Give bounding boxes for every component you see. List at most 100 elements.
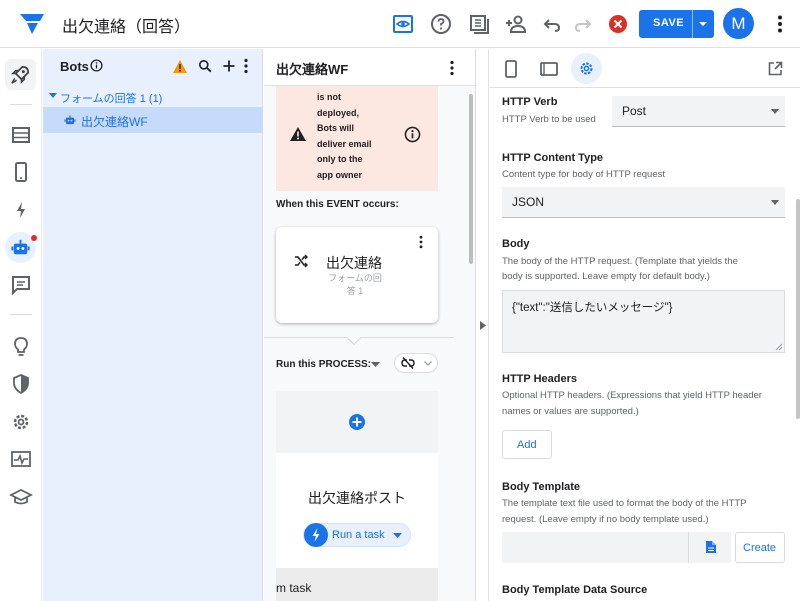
run-task-label: Run a task bbox=[332, 529, 385, 541]
warning-line: deliver email bbox=[317, 138, 372, 149]
deploy-warning-text: is not deployed, Bots will deliver email… bbox=[317, 90, 397, 183]
run-task-button[interactable]: Run a task bbox=[303, 523, 411, 547]
http-verb-label: HTTP Verb bbox=[502, 96, 558, 108]
event-name: 出欠連絡 bbox=[326, 255, 382, 271]
bot-icon bbox=[9, 236, 32, 259]
process-label: Run this PROCESS: bbox=[276, 359, 372, 370]
content-type-value: JSON bbox=[512, 195, 545, 209]
security-shield-icon[interactable] bbox=[9, 372, 33, 396]
process-dropdown-caret-icon[interactable] bbox=[371, 362, 380, 368]
warning-line: only to the bbox=[317, 154, 363, 164]
nav-launch[interactable] bbox=[5, 59, 36, 90]
chevron-down-icon bbox=[771, 200, 779, 205]
editor-toggle-icon[interactable] bbox=[467, 12, 491, 36]
bots-panel: Bots フォームの回答 1 (1) 出欠連絡WF bbox=[43, 49, 263, 601]
monitor-pulse-icon[interactable] bbox=[9, 447, 33, 471]
top-bar: 出欠連絡（回答） SAVE M bbox=[0, 0, 800, 48]
content-type-select[interactable]: JSON bbox=[502, 187, 785, 218]
nav-divider bbox=[10, 314, 32, 315]
actions-bolt-icon[interactable] bbox=[9, 198, 33, 222]
left-nav bbox=[0, 49, 42, 601]
error-status-icon[interactable] bbox=[606, 12, 630, 36]
body-template-field[interactable] bbox=[502, 532, 688, 563]
more-vert-icon[interactable] bbox=[242, 58, 250, 74]
headers-desc-line: names or values are supported.) bbox=[502, 406, 639, 417]
template-file-button[interactable] bbox=[688, 532, 731, 563]
more-vert-icon[interactable] bbox=[448, 60, 456, 76]
add-header-button[interactable]: Add bbox=[502, 430, 552, 459]
undo-icon[interactable] bbox=[540, 12, 564, 36]
body-template-desc-line: The template text file used to format th… bbox=[502, 498, 747, 509]
resize-handle-icon[interactable] bbox=[775, 343, 783, 351]
body-template-label: Body Template bbox=[502, 481, 581, 493]
http-verb-select[interactable]: Post bbox=[612, 96, 785, 127]
collapse-arrow-icon[interactable] bbox=[480, 321, 486, 330]
more-vert-icon[interactable] bbox=[417, 235, 425, 249]
expand-caret-icon[interactable] bbox=[49, 93, 57, 99]
body-value: {"text":"送信したいメッセージ"} bbox=[512, 302, 673, 314]
search-icon[interactable] bbox=[198, 59, 212, 73]
lightbulb-icon[interactable] bbox=[9, 335, 33, 359]
more-vert-icon[interactable] bbox=[768, 12, 792, 36]
add-circle-icon[interactable] bbox=[348, 413, 366, 431]
tab-settings[interactable] bbox=[571, 53, 602, 84]
save-options-chevron-icon[interactable] bbox=[698, 19, 708, 29]
tab-mobile-icon[interactable] bbox=[503, 59, 519, 79]
headers-desc-line: Optional HTTP headers. (Expressions that… bbox=[502, 390, 762, 401]
flow-connector-arrow bbox=[346, 330, 362, 346]
create-template-button[interactable]: Create bbox=[735, 532, 785, 563]
create-template-label: Create bbox=[743, 542, 777, 554]
task-card[interactable]: 出欠連絡ポスト Run a task bbox=[276, 453, 438, 568]
flow-header: 出欠連絡WF bbox=[264, 49, 475, 86]
add-step-area[interactable] bbox=[276, 391, 438, 453]
info-icon[interactable] bbox=[404, 126, 421, 143]
add-icon[interactable] bbox=[222, 59, 236, 73]
settings-tabs bbox=[490, 49, 800, 88]
bolt-icon bbox=[304, 523, 328, 547]
chevron-down-icon bbox=[771, 109, 779, 114]
bot-icon bbox=[63, 113, 77, 127]
flow-title: 出欠連絡WF bbox=[276, 62, 349, 77]
redo-icon[interactable] bbox=[571, 12, 595, 36]
next-task-card[interactable]: m task bbox=[276, 568, 438, 601]
avatar[interactable]: M bbox=[723, 8, 754, 39]
settings-scrollbar[interactable] bbox=[796, 199, 800, 419]
data-table-icon[interactable] bbox=[9, 123, 33, 147]
tab-tablet-icon[interactable] bbox=[539, 61, 559, 77]
open-in-new-icon[interactable] bbox=[768, 61, 783, 76]
tree-item-bot[interactable]: 出欠連絡WF bbox=[43, 107, 263, 133]
learn-school-icon[interactable] bbox=[9, 485, 33, 509]
body-textarea[interactable]: {"text":"送信したいメッセージ"} bbox=[502, 290, 785, 353]
views-phone-icon[interactable] bbox=[9, 160, 33, 184]
body-desc-line: body is supported. Leave empty for defau… bbox=[502, 271, 710, 282]
deploy-warning-box: is not deployed, Bots will deliver email… bbox=[276, 86, 438, 191]
preview-icon[interactable] bbox=[391, 12, 415, 36]
bots-title: Bots bbox=[60, 59, 89, 74]
help-icon[interactable] bbox=[429, 12, 453, 36]
flow-scrollbar[interactable] bbox=[469, 94, 473, 264]
body-desc-line: The body of the HTTP request. (Template … bbox=[502, 256, 738, 267]
warning-icon[interactable] bbox=[172, 59, 188, 74]
warning-line: is not bbox=[317, 92, 341, 102]
next-task-label: m task bbox=[276, 581, 312, 595]
save-button[interactable]: SAVE bbox=[639, 10, 714, 38]
warning-icon bbox=[289, 126, 307, 142]
unlink-toggle[interactable] bbox=[394, 353, 438, 373]
add-header-label: Add bbox=[517, 439, 537, 451]
panel-splitter[interactable] bbox=[477, 49, 489, 601]
bot-alert-dot bbox=[31, 235, 37, 241]
info-icon[interactable] bbox=[90, 59, 103, 72]
warning-line: Bots will bbox=[317, 123, 355, 133]
flow-panel: 出欠連絡WF is not deployed, Bots will delive… bbox=[264, 49, 476, 601]
body-label: Body bbox=[502, 238, 530, 250]
save-button-label: SAVE bbox=[653, 17, 685, 29]
settings-gear-icon[interactable] bbox=[9, 410, 33, 434]
event-card[interactable]: 出欠連絡 フォームの回答 1 bbox=[276, 227, 438, 323]
tree-item-form-responses[interactable]: フォームの回答 1 (1) bbox=[60, 90, 162, 106]
event-label: When this EVENT occurs: bbox=[276, 199, 399, 210]
nav-bots[interactable] bbox=[5, 232, 37, 263]
warning-line: deployed, bbox=[317, 107, 360, 118]
intelligence-chat-icon[interactable] bbox=[9, 273, 33, 297]
app-logo-icon[interactable] bbox=[18, 12, 46, 36]
share-user-icon[interactable] bbox=[504, 12, 528, 36]
